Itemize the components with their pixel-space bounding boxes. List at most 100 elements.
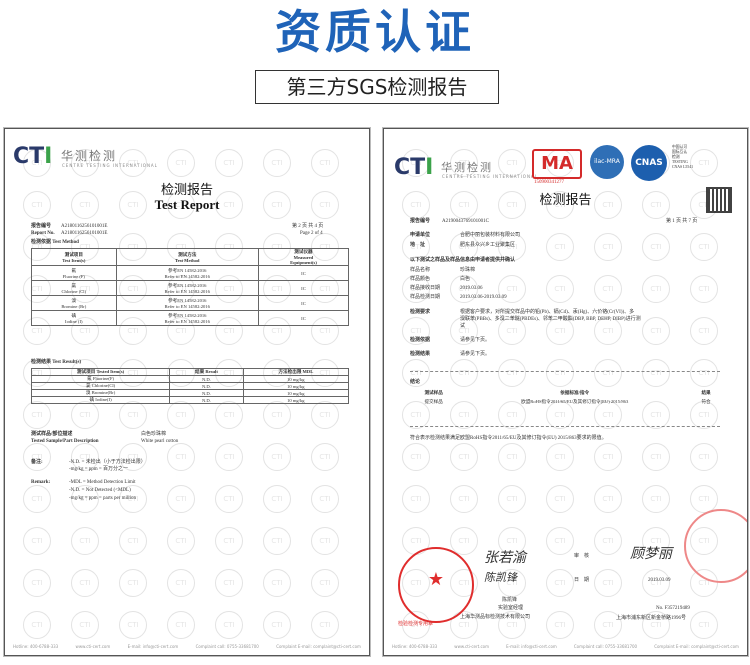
watermark-logo: CTI [263,569,291,597]
watermark-logo: CTI [263,443,291,471]
watermark-logo: CTI [594,275,622,303]
report-footer: Hotline: 400-6788-333 www.cti-cert.com E… [13,644,361,649]
watermark-logo: CTI [167,527,195,555]
watermark-logo: CTI [546,485,574,513]
table-cell: 碘 Iodine(I) [30,396,171,404]
watermark-logo: CTI [498,359,526,387]
watermark-logo: CTI [263,611,291,639]
remark-en-1: -MDL = Method Detection Limit [69,480,136,485]
watermark-logo: CTI [71,401,99,429]
watermark-logo: CTI [642,485,670,513]
field-label: 样品检测日期 [410,295,441,300]
field-value: 2019.03.06 [460,286,483,291]
table-cell: 氯 Chlorine(Cl) [30,382,171,390]
watermark-logo: CTI [119,569,147,597]
field-label: 样品接收日期 [410,286,441,291]
watermark-logo: CTI [215,443,243,471]
approver-name: 陈凯锋 [502,598,518,603]
watermark-logo: CTI [594,359,622,387]
table-cell: 10 mg/kg [242,382,350,390]
table-header-cell: 结果 [701,389,711,395]
watermark-logo: CTI [23,527,51,555]
red-seal-stamp: ★ [398,547,474,623]
table-cell: 符合 [701,398,711,404]
table-header-row: 测试项目 Tested Item(s) 结果 Result 方法检出限 MDL [30,368,350,376]
reviewer-label: 审 核 [574,554,590,559]
table-cell: N.D. [169,382,244,390]
table-header-cell: 测试样品 [424,389,443,395]
watermark-logo: CTI [546,611,574,639]
basis-value: 请参见下页。 [460,338,491,343]
date-value: 2019.03.09 [648,578,671,583]
watermark-logo: CTI [215,401,243,429]
watermark-logo: CTI [546,359,574,387]
applicant-value: 合肥中丽包装材料有限公司 [460,233,521,238]
watermark-logo: CTI [690,149,718,177]
test-result-header: 检测结果 Test Result(s) [31,360,82,365]
table-cell: IC [257,280,350,296]
address-value: 肥东县众兴乡工业聚集区 [460,243,516,248]
table-header-cell: 测试项目 Tested Item(s) [30,368,171,376]
table-cell: 提交样品 [424,398,443,404]
table-cell: 氟 Fluorine(F) [30,375,171,383]
requirement-label: 检测要求 [410,310,431,315]
watermark-logo: CTI [402,443,430,471]
field-value: 白色 [460,277,471,282]
watermark-logo: CTI [119,401,147,429]
cma-number: 150900341277 [534,180,564,185]
watermark-logo: CTI [311,569,339,597]
table-cell: 10 mg/kg [242,396,350,404]
cnas-side-text: 中国认可 国际互认 检测 TESTING CNAS L5541 [672,145,693,169]
report-footer: Hotline: 400-6788-333 www.cti-cert.com E… [392,644,739,649]
footer-website: www.cti-cert.com [75,644,111,649]
watermark-logo: CTI [215,149,243,177]
watermark-logo: CTI [546,527,574,555]
watermark-logo: CTI [311,401,339,429]
cti-logo-en: CENTRE TESTING INTERNATIONAL [62,163,158,168]
table-row: 碘 Iodine (I) 参考EN 14582:2016 Refer to EN … [31,310,350,326]
remark-en-2: -N.D. = Not Detected (<MDL) [69,488,131,493]
table-header-cell: 方法检出限 MDL [242,368,350,376]
page-title: 资质认证 [275,5,475,59]
cti-logo-en: CENTRE TESTING INTERNATIONAL [442,174,538,179]
field-label: 样品名称 [410,268,431,273]
seal-text: 检验检测专用章 [398,622,434,627]
table-cell: 参考EN 14582:2016 Refer to EN 14582:2016 [115,280,259,296]
watermark-logo: CTI [450,359,478,387]
compiler-signature: 张若渝 [484,550,526,566]
page-number-en: Page 2 of 4 [300,231,323,236]
requirement-value-1: 根据客户要求，对所提交样品中的铅(Pb)、镉(Cd)、汞(Hg)、六价铬(Cr(… [460,310,635,315]
watermark-logo: CTI [311,611,339,639]
watermark-logo: CTI [215,611,243,639]
remark-cn-1: -N.D. = 未检出（小于方法检出限） [69,460,146,465]
field-label: 样品颜色 [410,277,431,282]
watermark-logo: CTI [71,611,99,639]
table-cell: N.D. [169,396,244,404]
requirement-value-3: 试 [460,324,466,329]
table-header-cell: 依据标准/指令 [560,389,590,395]
conclusion-note: 符合表示检测结果满足欧盟RoHS指令2011/65/EU及其修订指令(EU) 2… [410,436,607,441]
table-cell: 溴 Bromine(Br) [30,389,171,397]
page-number-cn: 第 2 页 共 4 页 [292,224,324,229]
watermark-logo: CTI [690,317,718,345]
report-no-value: A2190043769101001C [442,219,489,224]
table-cell: IC [257,295,350,311]
table-row: 溴 Bromine(Br) N.D. 10 mg/kg [30,389,350,397]
sample-value-en: White pearl cotton [141,439,179,444]
watermark-logo: CTI [498,443,526,471]
watermark-logo: CTI [23,401,51,429]
table-cell: IC [257,310,350,326]
table-header-row: 测试样品 依据标准/指令 结果 [410,388,720,397]
watermark-logo: CTI [311,149,339,177]
watermark-logo: CTI [215,569,243,597]
watermark-logo: CTI [642,359,670,387]
watermark-logo: CTI [546,443,574,471]
remark-cn-label: 备注: [31,460,43,465]
watermark-logo: CTI [23,443,51,471]
watermark-logo: CTI [71,569,99,597]
watermark-logo: CTI [690,275,718,303]
side-seal-stamp [684,509,747,583]
watermark-logo: CTI [263,485,291,513]
cti-logo: CTI [13,144,53,169]
table-cell: IC [257,265,350,281]
